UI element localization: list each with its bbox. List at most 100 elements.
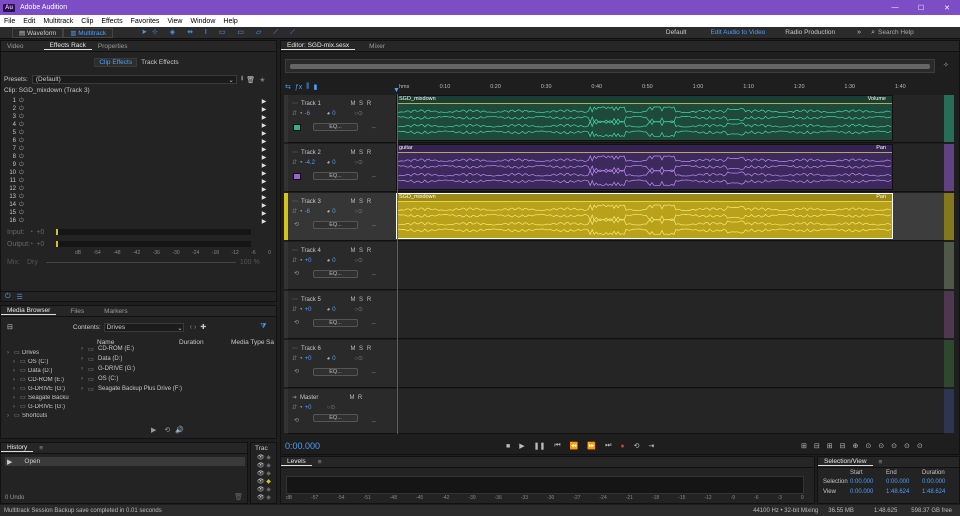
slot-power-icon[interactable]: ⏻ bbox=[19, 194, 24, 201]
slot-arrow-icon[interactable]: ▶ bbox=[262, 210, 267, 217]
timeline-ruler[interactable]: hms 0:10 0:20 0:30 0:40 0:50 1:00 1:10 1:20 1:30 1… bbox=[397, 84, 945, 95]
track-m-button[interactable]: M bbox=[349, 199, 357, 205]
view-end[interactable]: 1:48.624 bbox=[886, 489, 922, 495]
track-header[interactable]: ⋯ Track 5 M S R ⇵ ◔ +0 ◕ 0 ○⊙ EQ... ⟲ ⇔ bbox=[284, 291, 396, 339]
effect-slot[interactable]: 13 ⏻ ▶ bbox=[7, 193, 276, 201]
track-m-button[interactable]: M bbox=[349, 297, 357, 303]
track-fx-icon[interactable] bbox=[293, 124, 301, 131]
effect-slot[interactable]: 11 ⏻ ▶ bbox=[7, 177, 276, 185]
track-r-button[interactable]: R bbox=[365, 346, 373, 352]
view-duration[interactable]: 1:48.624 bbox=[922, 489, 945, 495]
track-s-button[interactable]: S bbox=[357, 101, 365, 107]
expand-icon[interactable]: › bbox=[13, 395, 20, 401]
track-grip-icon[interactable]: ⋯ bbox=[292, 198, 298, 205]
tree-item[interactable]: › ▭ Drives bbox=[7, 348, 71, 357]
track-m-button[interactable]: M bbox=[348, 395, 356, 401]
expand-icon[interactable]: › bbox=[81, 376, 88, 382]
effect-slot[interactable]: 14 ⏻ ▶ bbox=[7, 201, 276, 209]
slot-arrow-icon[interactable]: ▶ bbox=[262, 162, 267, 169]
search-input[interactable]: Search Help bbox=[878, 29, 960, 36]
volume-value[interactable]: -6 bbox=[305, 111, 327, 117]
rewind-icon[interactable]: ⏪ bbox=[570, 442, 579, 450]
slot-power-icon[interactable]: ⏻ bbox=[19, 122, 24, 129]
pan-value[interactable]: 0 bbox=[332, 258, 354, 264]
expand-icon[interactable]: › bbox=[81, 366, 88, 372]
slot-power-icon[interactable]: ⏻ bbox=[19, 146, 24, 153]
power-icon[interactable]: ⏻ bbox=[5, 293, 11, 301]
track-eye-row[interactable]: 👁 ◆ bbox=[257, 454, 276, 462]
stop-icon[interactable]: ■ bbox=[506, 443, 510, 450]
track-grip-icon[interactable]: ➜ bbox=[292, 394, 297, 401]
tree-item[interactable]: › ▭ CD-ROM (E:) bbox=[7, 375, 71, 384]
list-item[interactable]: › ▭ CD-ROM (E:) bbox=[81, 344, 271, 354]
overview-bar[interactable] bbox=[285, 59, 935, 73]
track-name[interactable]: Track 2 bbox=[301, 150, 349, 156]
slot-arrow-icon[interactable]: ▶ bbox=[262, 178, 267, 185]
slot-arrow-icon[interactable]: ▶ bbox=[262, 194, 267, 201]
volume-value[interactable]: +0 bbox=[305, 356, 327, 362]
volume-value[interactable]: -6 bbox=[305, 209, 327, 215]
effect-slot[interactable]: 1 ⏻ ▶ bbox=[7, 97, 276, 105]
track-lane[interactable]: SGD_mixdown Volume bbox=[396, 95, 954, 143]
track-grip-icon[interactable]: ⋯ bbox=[292, 345, 298, 352]
effect-slot[interactable]: 7 ⏻ ▶ bbox=[7, 145, 276, 153]
slot-arrow-icon[interactable]: ▶ bbox=[262, 122, 267, 129]
waveform-view-button[interactable]: ▤ Waveform bbox=[12, 27, 64, 38]
record-icon[interactable]: ● bbox=[620, 443, 624, 450]
tab-editor[interactable]: Editor: SGD-mix.sesx bbox=[281, 42, 356, 50]
lane-scroll-strip[interactable] bbox=[944, 193, 954, 240]
menu-effects[interactable]: Effects bbox=[97, 18, 126, 25]
track-expand-icon[interactable]: ⇔ bbox=[371, 174, 377, 180]
view-start[interactable]: 0:00.000 bbox=[850, 489, 886, 495]
eq-button[interactable]: EQ... bbox=[313, 368, 358, 376]
slot-arrow-icon[interactable]: ▶ bbox=[262, 218, 267, 225]
eq-button[interactable]: EQ... bbox=[313, 172, 358, 180]
track-r-button[interactable]: R bbox=[365, 101, 373, 107]
expand-icon[interactable]: › bbox=[13, 368, 20, 374]
lane-scroll-strip[interactable] bbox=[944, 389, 954, 433]
track-grip-icon[interactable]: ⋯ bbox=[292, 100, 298, 107]
effect-slot[interactable]: 5 ⏻ ▶ bbox=[7, 129, 276, 137]
tab-markers[interactable]: Markers bbox=[98, 308, 133, 315]
audio-clip[interactable]: SGD_mixdown Volume bbox=[396, 95, 893, 141]
pan-knob-icon[interactable]: ◕ bbox=[327, 160, 331, 166]
menu-window[interactable]: Window bbox=[186, 18, 219, 25]
favorite-icon[interactable]: ★ bbox=[259, 76, 265, 84]
tab-track-effects[interactable]: Track Effects bbox=[137, 59, 183, 66]
to-end-icon[interactable]: ⏭ bbox=[605, 442, 611, 450]
zoom-reset-icon[interactable]: ⊙ bbox=[917, 442, 923, 450]
eq-icon[interactable]: ⫼ bbox=[306, 83, 309, 91]
more-workspaces-icon[interactable]: » bbox=[857, 29, 861, 36]
fx-icon[interactable]: ƒx bbox=[295, 84, 302, 91]
tree-item[interactable]: › ▭ Data (D:) bbox=[7, 366, 71, 375]
tab-clip-effects[interactable]: Clip Effects bbox=[94, 57, 138, 67]
eq-button[interactable]: EQ... bbox=[313, 270, 358, 278]
track-grip-icon[interactable]: ⋯ bbox=[292, 247, 298, 254]
track-lane[interactable] bbox=[396, 291, 954, 339]
tab-media-browser[interactable]: Media Browser bbox=[1, 307, 57, 315]
expand-icon[interactable]: › bbox=[81, 356, 88, 362]
volume-knob-icon[interactable]: ◔ bbox=[299, 356, 303, 362]
tab-files[interactable]: Files bbox=[64, 308, 90, 315]
pan-value[interactable]: 0 bbox=[332, 111, 354, 117]
tab-effects-rack[interactable]: Effects Rack bbox=[43, 42, 92, 50]
effect-slot[interactable]: 9 ⏻ ▶ bbox=[7, 161, 276, 169]
minimize-icon[interactable]: — bbox=[882, 4, 908, 11]
play-preview-icon[interactable]: ▶ bbox=[151, 426, 156, 434]
track-lane[interactable] bbox=[396, 242, 954, 290]
effect-slot[interactable]: 15 ⏻ ▶ bbox=[7, 209, 276, 217]
track-m-button[interactable]: M bbox=[349, 101, 357, 107]
effect-slot[interactable]: 16 ⏻ ▶ bbox=[7, 217, 276, 225]
tool-icons[interactable]: ➤⊹ ◈ ⇹ I ▭ ▭ ▱ ⟋ ⟋ bbox=[141, 28, 300, 37]
track-eye-row[interactable]: 👁 ◆ bbox=[257, 478, 276, 486]
tree-item[interactable]: › ▭ Shortcuts bbox=[7, 411, 71, 420]
output-value[interactable]: +0 bbox=[36, 241, 44, 248]
pan-knob-icon[interactable]: ◕ bbox=[327, 111, 331, 117]
effect-slot[interactable]: 3 ⏻ ▶ bbox=[7, 113, 276, 121]
lane-scroll-strip[interactable] bbox=[944, 95, 954, 142]
eye-icon[interactable]: 👁 bbox=[257, 463, 266, 469]
tab-properties[interactable]: Properties bbox=[92, 43, 134, 50]
track-input-icon[interactable]: ⟲ bbox=[294, 270, 299, 277]
track-input-icon[interactable]: ⟲ bbox=[294, 417, 299, 424]
selection-start[interactable]: 0:00.000 bbox=[850, 479, 886, 485]
